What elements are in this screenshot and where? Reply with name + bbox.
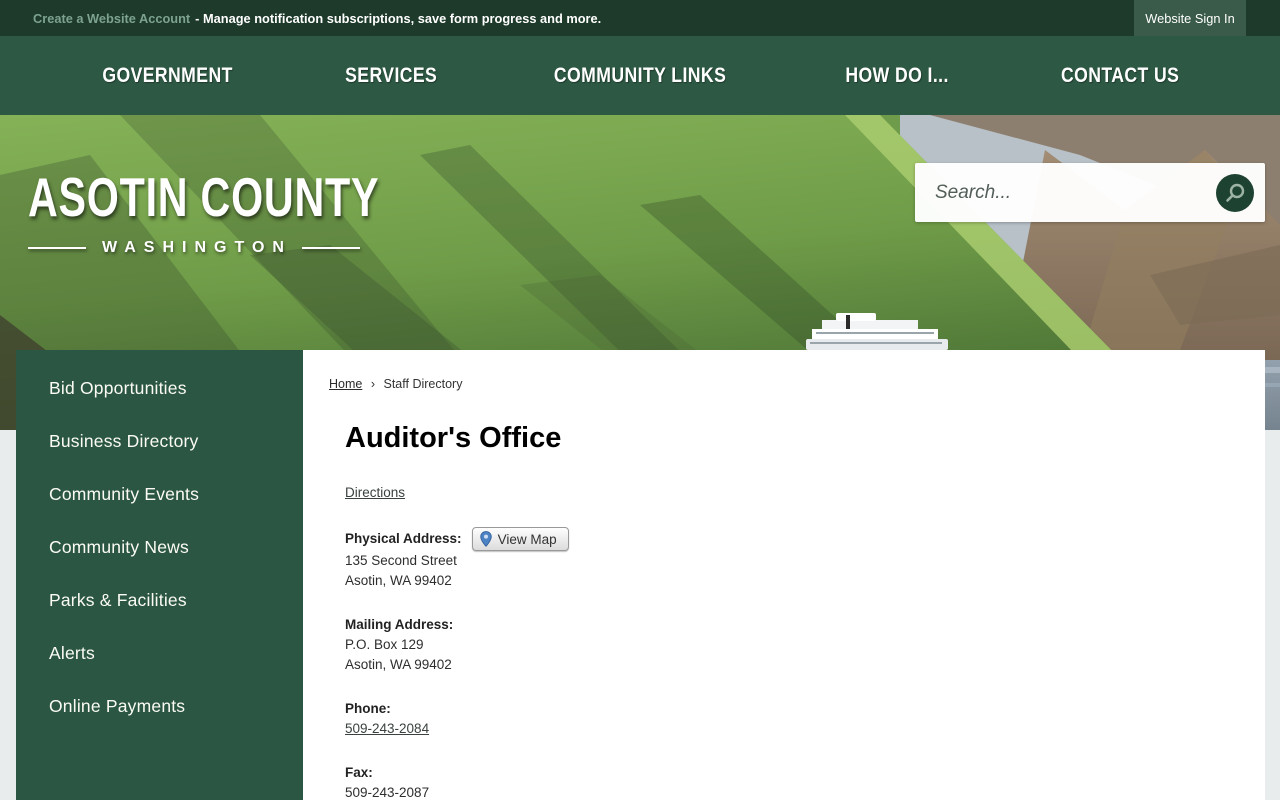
breadcrumb-current: Staff Directory bbox=[383, 377, 463, 391]
left-sidebar: Bid Opportunities Business Directory Com… bbox=[16, 350, 303, 800]
sidebar-item-alerts[interactable]: Alerts bbox=[16, 627, 303, 680]
search-button[interactable] bbox=[1216, 173, 1254, 212]
sidebar-item-community-events[interactable]: Community Events bbox=[16, 468, 303, 521]
sidebar-item-business-directory[interactable]: Business Directory bbox=[16, 415, 303, 468]
map-pin-icon bbox=[479, 531, 492, 547]
physical-address-label: Physical Address: bbox=[345, 531, 462, 546]
account-note-text: - Manage notification subscriptions, sav… bbox=[195, 10, 602, 26]
phone-label: Phone: bbox=[345, 701, 391, 716]
breadcrumb-separator: › bbox=[370, 377, 375, 391]
nav-item-government[interactable]: GOVERNMENT bbox=[102, 63, 232, 88]
nav-item-services[interactable]: SERVICES bbox=[345, 63, 437, 88]
page-title: Auditor's Office bbox=[345, 422, 562, 454]
breadcrumb: Home › Staff Directory bbox=[329, 377, 1235, 391]
site-subtitle: WASHINGTON bbox=[28, 239, 360, 257]
directions-link[interactable]: Directions bbox=[345, 485, 405, 500]
subtitle-rule-right bbox=[301, 247, 360, 249]
website-sign-in-button[interactable]: Website Sign In bbox=[1134, 0, 1246, 36]
mailing-address-label: Mailing Address: bbox=[345, 617, 454, 632]
sidebar-item-parks-facilities[interactable]: Parks & Facilities bbox=[16, 574, 303, 627]
subtitle-rule-left bbox=[28, 247, 87, 249]
physical-address-group: Physical Address: View Map 135 Second St… bbox=[345, 527, 1235, 591]
physical-address-line1: 135 Second Street bbox=[345, 553, 457, 568]
nav-item-how-do-i[interactable]: HOW DO I... bbox=[845, 63, 948, 88]
create-account-link[interactable]: Create a Website Account bbox=[33, 11, 190, 26]
mailing-address-line1: P.O. Box 129 bbox=[345, 637, 424, 652]
nav-item-community-links[interactable]: COMMUNITY LINKS bbox=[554, 63, 726, 88]
main-panel: Home › Staff Directory Auditor's Office … bbox=[303, 350, 1265, 800]
utility-bar: Create a Website Account - Manage notifi… bbox=[0, 0, 1280, 36]
mailing-address-group: Mailing Address: P.O. Box 129 Asotin, WA… bbox=[345, 615, 1235, 675]
site-search bbox=[915, 163, 1265, 222]
fax-group: Fax: 509-243-2087 bbox=[345, 763, 1235, 800]
sidebar-item-online-payments[interactable]: Online Payments bbox=[16, 680, 303, 733]
search-icon bbox=[1226, 183, 1245, 202]
physical-address-line2: Asotin, WA 99402 bbox=[345, 573, 452, 588]
main-nav: GOVERNMENT SERVICES COMMUNITY LINKS HOW … bbox=[0, 36, 1280, 115]
sidebar-item-community-news[interactable]: Community News bbox=[16, 521, 303, 574]
breadcrumb-home-link[interactable]: Home bbox=[329, 377, 362, 391]
search-input[interactable] bbox=[935, 181, 1216, 204]
phone-group: Phone: 509-243-2084 bbox=[345, 699, 1235, 739]
content-area: Bid Opportunities Business Directory Com… bbox=[16, 350, 1265, 800]
site-name: ASOTIN COUNTY bbox=[28, 166, 380, 228]
contact-card: Directions Physical Address: View Map 13… bbox=[345, 483, 1235, 800]
site-logo[interactable]: ASOTIN COUNTY WASHINGTON bbox=[28, 165, 380, 257]
nav-item-contact-us[interactable]: CONTACT US bbox=[1061, 63, 1179, 88]
phone-link[interactable]: 509-243-2084 bbox=[345, 721, 429, 736]
fax-value: 509-243-2087 bbox=[345, 785, 430, 800]
view-map-button[interactable]: View Map bbox=[471, 527, 569, 551]
mailing-address-line2: Asotin, WA 99402 bbox=[345, 657, 452, 672]
fax-label: Fax: bbox=[345, 765, 373, 780]
sidebar-item-bid-opportunities[interactable]: Bid Opportunities bbox=[16, 362, 303, 415]
